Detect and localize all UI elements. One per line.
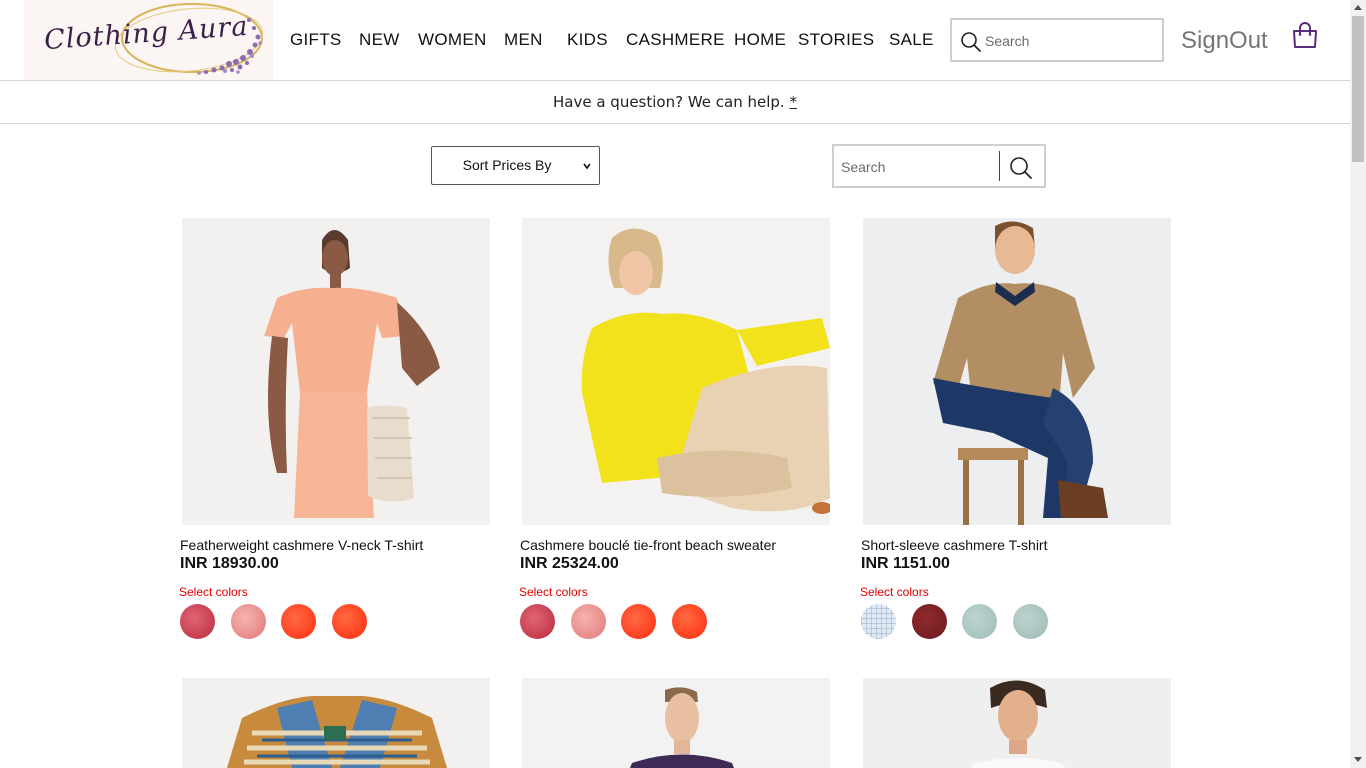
shopping-bag-icon[interactable] — [1291, 21, 1319, 49]
select-colors-label: Select colors — [860, 585, 929, 599]
search-icon[interactable] — [1008, 155, 1034, 181]
nav-kids[interactable]: KIDS — [567, 30, 608, 50]
color-swatch[interactable] — [621, 604, 656, 639]
nav-women[interactable]: WOMEN — [418, 30, 487, 50]
scroll-up-arrow-icon[interactable] — [1354, 4, 1362, 10]
product-price: INR 1151.00 — [861, 555, 950, 572]
color-swatch[interactable] — [180, 604, 215, 639]
nav-new[interactable]: NEW — [359, 30, 400, 50]
header-search-input[interactable] — [985, 29, 1155, 53]
product-image[interactable] — [863, 218, 1171, 525]
product-name[interactable]: Featherweight cashmere V-neck T-shirt — [180, 537, 423, 553]
product-price: INR 25324.00 — [520, 555, 619, 572]
nav-sale[interactable]: SALE — [889, 30, 934, 50]
brand-logo[interactable]: Clothing Aura — [24, 0, 273, 80]
color-swatches — [520, 604, 740, 640]
help-text: Have a question? We can help. — [553, 93, 785, 111]
product-name[interactable]: Short-sleeve cashmere T-shirt — [861, 537, 1047, 553]
product-search-box — [832, 144, 1046, 188]
sort-prices-select[interactable]: Sort Prices By — [431, 146, 600, 185]
select-colors-label: Select colors — [179, 585, 248, 599]
product-image[interactable] — [522, 678, 830, 768]
search-icon[interactable] — [960, 31, 982, 53]
nav-gifts[interactable]: GIFTS — [290, 30, 342, 50]
sort-label: Sort Prices By — [462, 157, 552, 173]
help-bar: Have a question? We can help. * — [0, 81, 1350, 124]
color-swatch[interactable] — [672, 604, 707, 639]
color-swatch[interactable] — [912, 604, 947, 639]
product-image[interactable] — [182, 678, 490, 768]
product-price: INR 18930.00 — [180, 555, 279, 572]
color-swatches — [861, 604, 1081, 640]
scrollbar-thumb[interactable] — [1352, 16, 1364, 162]
color-swatch[interactable] — [861, 604, 896, 639]
help-text-line: Have a question? We can help. * — [0, 93, 1350, 111]
product-search-input[interactable] — [841, 155, 996, 179]
product-image[interactable] — [863, 678, 1171, 768]
color-swatch[interactable] — [332, 604, 367, 639]
product-image[interactable] — [182, 218, 490, 525]
header-search-box — [950, 18, 1164, 62]
color-swatch[interactable] — [520, 604, 555, 639]
site-header: Clothing Aura GIFTS NEW WOMEN MEN KIDS C… — [0, 0, 1350, 81]
product-image[interactable] — [522, 218, 830, 525]
chevron-down-icon — [583, 163, 591, 170]
color-swatch[interactable] — [571, 604, 606, 639]
nav-stories[interactable]: STORIES — [798, 30, 874, 50]
color-swatches — [180, 604, 400, 640]
color-swatch[interactable] — [281, 604, 316, 639]
color-swatch[interactable] — [962, 604, 997, 639]
page-scrollbar[interactable] — [1350, 0, 1366, 768]
select-colors-label: Select colors — [519, 585, 588, 599]
color-swatch[interactable] — [231, 604, 266, 639]
nav-home[interactable]: HOME — [734, 30, 786, 50]
nav-men[interactable]: MEN — [504, 30, 543, 50]
color-swatch[interactable] — [1013, 604, 1048, 639]
search-divider — [999, 151, 1000, 181]
nav-cashmere[interactable]: CASHMERE — [626, 30, 725, 50]
product-name[interactable]: Cashmere bouclé tie-front beach sweater — [520, 537, 776, 553]
scroll-down-arrow-icon[interactable] — [1354, 757, 1362, 763]
signout-link[interactable]: SignOut — [1181, 27, 1268, 55]
help-link[interactable]: * — [789, 93, 797, 111]
